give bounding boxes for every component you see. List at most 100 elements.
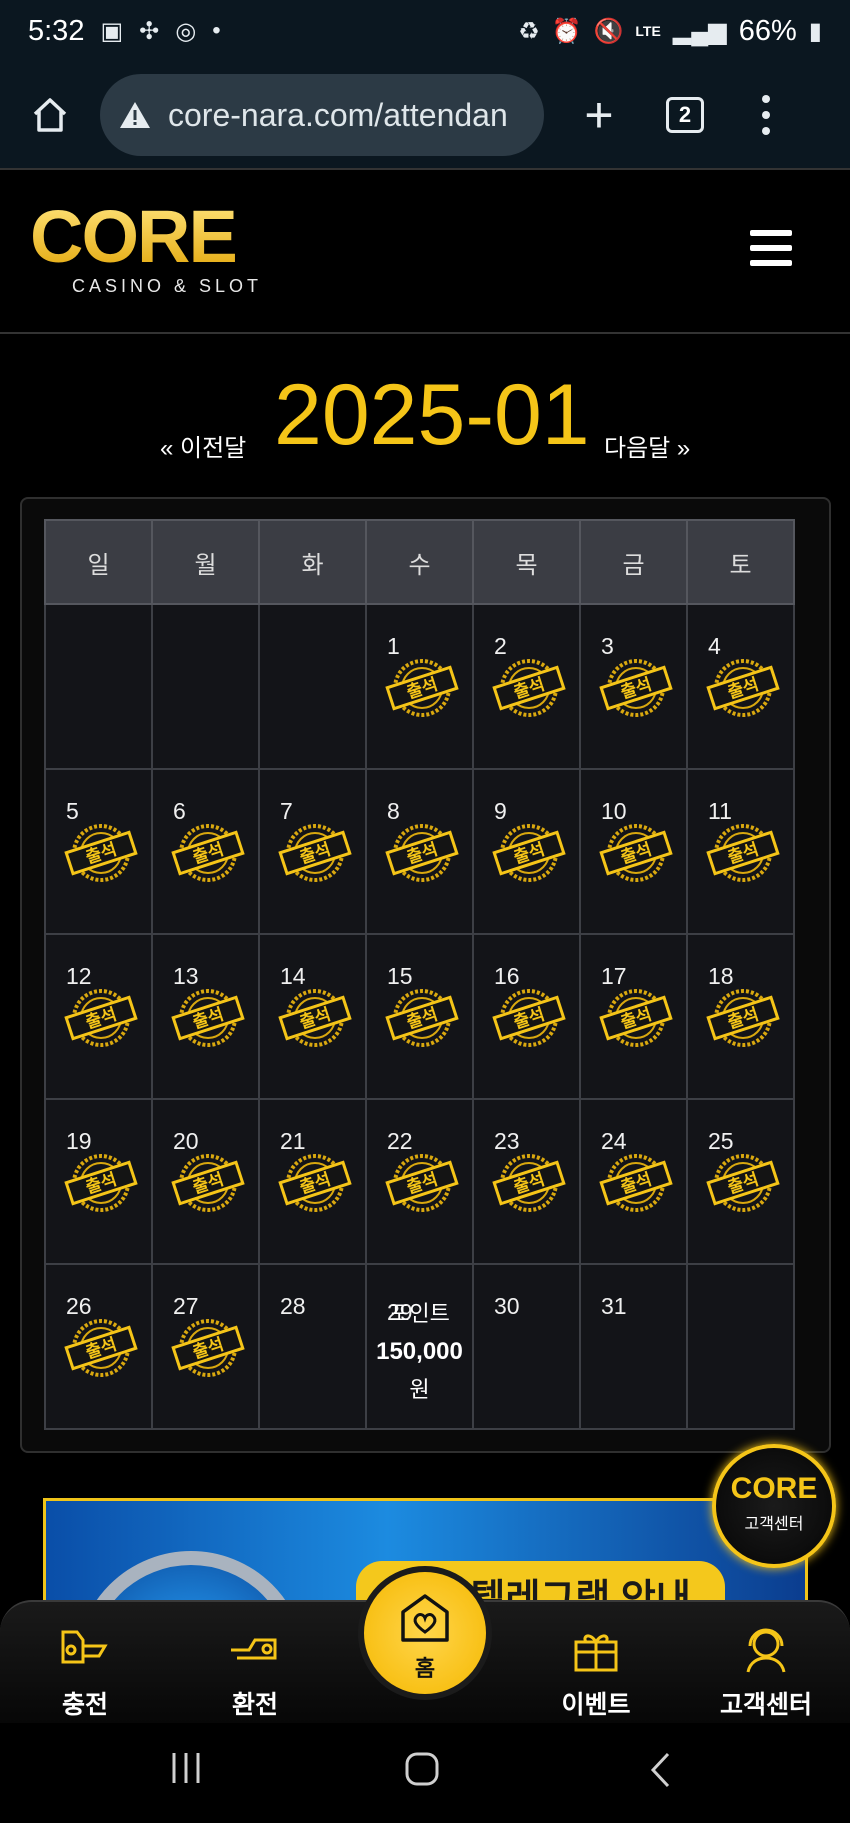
- status-bar: 5:32 ▣ ✣ ◎ • ♻ ⏰ 🔇 LTE ▂▄▆ 66% ▮: [0, 0, 850, 62]
- warning-icon: [120, 102, 150, 128]
- calendar-day-cell: 26 출석: [44, 1263, 153, 1430]
- url-text: core-nara.com/attendan: [168, 96, 508, 133]
- nav-event[interactable]: 이벤트: [536, 1624, 656, 1721]
- nav-deposit-label: 충전: [61, 1691, 108, 1719]
- point-reward-label: 29 포인트 150,000 원: [367, 1295, 472, 1409]
- day-number: 28: [280, 1293, 306, 1319]
- support-logo: CORE: [730, 1472, 818, 1505]
- attendance-stamp-icon: 출석: [171, 989, 245, 1047]
- day-number: 2: [494, 633, 507, 659]
- nav-support-label: 고객센터: [719, 1691, 812, 1719]
- customer-center-badge[interactable]: CORE 고객센터: [712, 1444, 836, 1568]
- current-month: 2025-01: [274, 367, 590, 463]
- day-number: 31: [601, 1293, 627, 1319]
- calendar-day-cell: 18 출석: [686, 933, 795, 1100]
- attendance-stamp-icon: 출석: [492, 989, 566, 1047]
- calendar-empty-cell: [44, 603, 153, 770]
- home-icon: [33, 98, 67, 132]
- system-navigation: [0, 1723, 850, 1823]
- calendar-empty-cell: [258, 603, 367, 770]
- attendance-calendar: 일월화수목금토 1 출석 2 출석 3 출석 4 출석 5 출석 6 출석 7 출석 8 출석 9 출석 10 출석 1…: [20, 497, 831, 1453]
- support-label: 고객센터: [744, 1516, 804, 1533]
- weekday-header: 금: [579, 519, 688, 605]
- calendar-day-cell: 15 출석: [365, 933, 474, 1100]
- attendance-stamp-icon: 출석: [599, 659, 673, 717]
- signal-icon: ▂▄▆: [672, 17, 727, 45]
- day-number: 4: [708, 633, 721, 659]
- attendance-stamp-icon: 출석: [599, 824, 673, 882]
- calendar-day-cell: 13 출석: [151, 933, 260, 1100]
- calendar-week-row: 5 출석 6 출석 7 출석 8 출석 9 출석 10 출석 11 출석: [44, 768, 795, 935]
- calendar-day-cell: 5 출석: [44, 768, 153, 935]
- calendar-week-row: 26 출석 27 출석 28 29 포인트 150,000 원 30 31: [44, 1263, 795, 1430]
- back-icon[interactable]: [648, 1751, 672, 1789]
- attendance-stamp-icon: 출석: [64, 989, 138, 1047]
- weekday-header: 월: [151, 519, 260, 605]
- calendar-day-cell: 1 출석: [365, 603, 474, 770]
- day-number: 1: [387, 633, 400, 659]
- day-number: 26: [66, 1293, 92, 1319]
- next-month-link[interactable]: 다음달 »: [604, 428, 690, 463]
- calendar-day-cell: 6 출석: [151, 768, 260, 935]
- prev-month-link[interactable]: « 이전달: [160, 428, 246, 463]
- day-number: 6: [173, 798, 186, 824]
- calendar-week-row: 19 출석 20 출석 21 출석 22 출석 23 출석 24 출석 25 출석: [44, 1098, 795, 1265]
- attendance-stamp-icon: 출석: [64, 1154, 138, 1212]
- calendar-day-cell: 22 출석: [365, 1098, 474, 1265]
- tab-switcher-button[interactable]: 2: [666, 97, 704, 133]
- calendar-day-cell: 24 출석: [579, 1098, 688, 1265]
- attendance-stamp-icon: 출석: [599, 1154, 673, 1212]
- point-amount: 150,000: [376, 1338, 463, 1365]
- browser-home-button[interactable]: [0, 95, 100, 135]
- mute-icon: 🔇: [593, 17, 624, 45]
- calendar-day-cell: 20 출석: [151, 1098, 260, 1265]
- new-tab-button[interactable]: +: [544, 90, 654, 140]
- nav-support[interactable]: 고객센터: [706, 1624, 826, 1721]
- calendar-day-cell: 23 출석: [472, 1098, 581, 1265]
- hamburger-menu-icon[interactable]: [750, 230, 792, 266]
- calendar-week-row: 12 출석 13 출석 14 출석 15 출석 16 출석 17 출석 18 출석: [44, 933, 795, 1100]
- calendar-day-cell: 19 출석: [44, 1098, 153, 1265]
- day-number: 17: [601, 963, 627, 989]
- battery-icon: ▮: [808, 17, 822, 45]
- attendance-stamp-icon: 출석: [599, 989, 673, 1047]
- day-number: 13: [173, 963, 199, 989]
- calendar-day-cell: 25 출석: [686, 1098, 795, 1265]
- site-header: CORE CASINO & SLOT: [0, 168, 850, 334]
- nav-event-label: 이벤트: [561, 1691, 631, 1719]
- clock: 5:32: [28, 14, 85, 47]
- calendar-empty-cell: [686, 1263, 795, 1430]
- weekday-header: 목: [472, 519, 581, 605]
- attendance-stamp-icon: 출석: [64, 824, 138, 882]
- calendar-day-cell: 7 출석: [258, 768, 367, 935]
- calendar-day-cell: 12 출석: [44, 933, 153, 1100]
- day-number: 21: [280, 1128, 306, 1154]
- calendar-day-cell: 11 출석: [686, 768, 795, 935]
- calendar-day-cell: 9 출석: [472, 768, 581, 935]
- nav-withdraw[interactable]: 환전: [195, 1624, 315, 1721]
- address-bar[interactable]: core-nara.com/attendan: [100, 74, 544, 156]
- browser-toolbar: core-nara.com/attendan + 2: [0, 62, 850, 168]
- day-number: 20: [173, 1128, 199, 1154]
- calendar-day-cell: 14 출석: [258, 933, 367, 1100]
- nav-deposit[interactable]: 충전: [25, 1624, 145, 1721]
- calendar-day-cell: 21 출석: [258, 1098, 367, 1265]
- recent-apps-icon[interactable]: [168, 1751, 204, 1785]
- attendance-stamp-icon: 출석: [171, 1319, 245, 1377]
- system-home-icon[interactable]: [404, 1751, 440, 1787]
- day-number: 14: [280, 963, 306, 989]
- weekday-header: 일: [44, 519, 153, 605]
- calendar-empty-cell: [151, 603, 260, 770]
- nav-home[interactable]: 홈: [358, 1566, 492, 1700]
- attendance-stamp-icon: 출석: [278, 989, 352, 1047]
- day-number: 27: [173, 1293, 199, 1319]
- attendance-stamp-icon: 출석: [385, 989, 459, 1047]
- attendance-stamp-icon: 출석: [706, 659, 780, 717]
- day-number: 12: [66, 963, 92, 989]
- site-logo[interactable]: CORE CASINO & SLOT: [30, 200, 262, 297]
- attendance-stamp-icon: 출석: [171, 1154, 245, 1212]
- recycle-icon: ♻: [518, 17, 540, 45]
- browser-menu-button[interactable]: [762, 95, 770, 135]
- day-number: 25: [708, 1128, 734, 1154]
- attendance-stamp-icon: 출석: [706, 824, 780, 882]
